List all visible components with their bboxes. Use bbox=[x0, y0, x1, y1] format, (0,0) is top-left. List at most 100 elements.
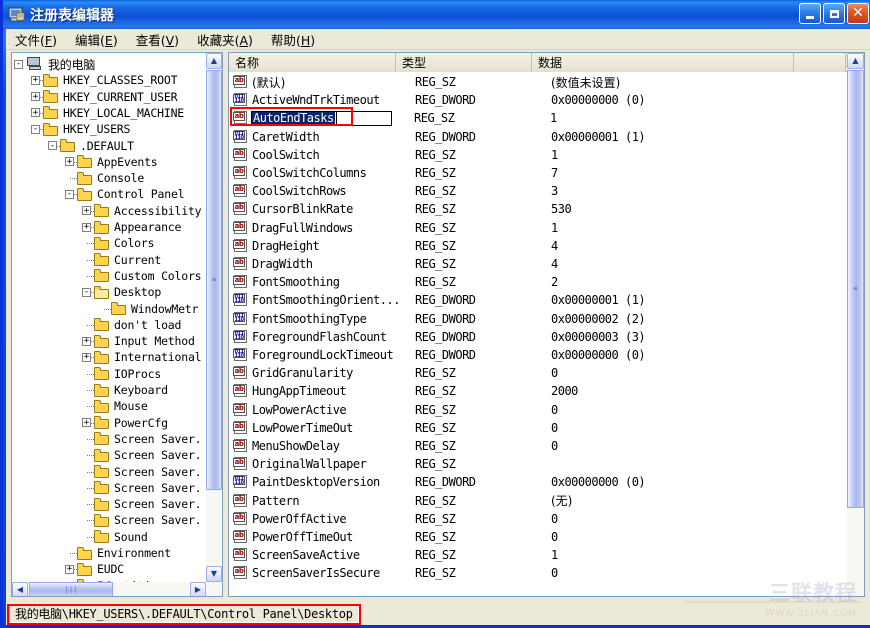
tree-item-keyboard[interactable]: Keyboard bbox=[96, 382, 168, 398]
registry-values-pane[interactable]: 名称类型数据 ab(默认)REG_SZ(数值未设置)011110ActiveWn… bbox=[228, 52, 865, 597]
tree-item-screen-saver[interactable]: Screen Saver. bbox=[96, 496, 201, 512]
registry-value-row[interactable]: ab(默认)REG_SZ(数值未设置) bbox=[229, 73, 847, 91]
registry-value-row[interactable]: abAutoEndTasksREG_SZ1 bbox=[229, 109, 847, 127]
tree-item-eudc[interactable]: +EUDC bbox=[79, 561, 124, 577]
registry-value-row[interactable]: 011110PaintDesktopVersionREG_DWORD0x0000… bbox=[229, 473, 847, 491]
menu-item-2[interactable]: 编辑(E) bbox=[66, 28, 127, 51]
tree-item-hkey-current-user[interactable]: +HKEY_CURRENT_USER bbox=[45, 89, 177, 105]
registry-value-row[interactable]: 011110FontSmoothingOrient...REG_DWORD0x0… bbox=[229, 291, 847, 309]
registry-value-row[interactable]: abOriginalWallpaperREG_SZ bbox=[229, 455, 847, 473]
registry-value-row[interactable]: abScreenSaveActiveREG_SZ1 bbox=[229, 546, 847, 564]
column-header-4[interactable] bbox=[794, 53, 846, 72]
tree-item-screen-saver[interactable]: Screen Saver. bbox=[96, 480, 201, 496]
registry-values-list[interactable]: ab(默认)REG_SZ(数值未设置)011110ActiveWndTrkTim… bbox=[229, 73, 847, 583]
menu-item-1[interactable]: 文件(F) bbox=[6, 28, 66, 51]
registry-value-row[interactable]: 011110CaretWidthREG_DWORD0x00000001 (1) bbox=[229, 128, 847, 146]
tree-item-powercfg[interactable]: +PowerCfg bbox=[96, 415, 168, 431]
registry-value-row[interactable]: abHungAppTimeoutREG_SZ2000 bbox=[229, 382, 847, 400]
registry-tree-pane[interactable]: -我的电脑+HKEY_CLASSES_ROOT+HKEY_CURRENT_USE… bbox=[11, 52, 223, 597]
tree-item-hkey-local-machine[interactable]: +HKEY_LOCAL_MACHINE bbox=[45, 105, 184, 121]
list-scroll-up-button[interactable]: ▲ bbox=[847, 53, 864, 69]
tree-item-screen-saver[interactable]: Screen Saver. bbox=[96, 431, 201, 447]
tree-hscroll-thumb[interactable]: ||| bbox=[29, 582, 113, 597]
tree-item-console[interactable]: Console bbox=[79, 170, 144, 186]
menu-item-5[interactable]: 帮助(H) bbox=[262, 28, 324, 51]
tree-scroll-up-button[interactable]: ▲ bbox=[206, 53, 222, 69]
expand-toggle-icon[interactable]: + bbox=[82, 223, 91, 232]
tree-horizontal-scrollbar[interactable]: ◀ ||| ▶ bbox=[12, 582, 222, 597]
expand-toggle-icon[interactable]: + bbox=[65, 565, 74, 574]
tree-item-windowmetr[interactable]: WindowMetr bbox=[113, 301, 198, 317]
tree-item-sound[interactable]: Sound bbox=[96, 529, 148, 545]
close-button[interactable]: ✕ bbox=[847, 3, 869, 24]
registry-value-row[interactable]: abLowPowerActiveREG_SZ0 bbox=[229, 401, 847, 419]
tree-item-desktop[interactable]: -Desktop bbox=[96, 284, 161, 300]
registry-value-row[interactable]: 011110ActiveWndTrkTimeoutREG_DWORD0x0000… bbox=[229, 91, 847, 109]
tree-item-default[interactable]: -.DEFAULT bbox=[62, 138, 134, 154]
registry-value-row[interactable]: abPowerOffActiveREG_SZ0 bbox=[229, 510, 847, 528]
rename-value-input[interactable]: AutoEndTasks bbox=[251, 111, 392, 126]
registry-value-row[interactable]: abCoolSwitchREG_SZ1 bbox=[229, 146, 847, 164]
registry-value-row[interactable]: abCursorBlinkRateREG_SZ530 bbox=[229, 200, 847, 218]
tree-scroll-thumb[interactable]: ≡ bbox=[206, 70, 222, 490]
registry-value-row[interactable]: abScreenSaverIsSecureREG_SZ0 bbox=[229, 564, 847, 582]
expand-toggle-icon[interactable]: + bbox=[82, 206, 91, 215]
tree-item-mouse[interactable]: Mouse bbox=[96, 398, 148, 414]
registry-value-row[interactable]: abDragWidthREG_SZ4 bbox=[229, 255, 847, 273]
collapse-toggle-icon[interactable]: - bbox=[14, 60, 23, 69]
column-header-1[interactable]: 名称 bbox=[229, 53, 396, 72]
tree-item-international[interactable]: +International bbox=[96, 349, 201, 365]
tree-item-colors[interactable]: Colors bbox=[96, 235, 154, 251]
collapse-toggle-icon[interactable]: - bbox=[48, 141, 57, 150]
registry-value-row[interactable]: abDragFullWindowsREG_SZ1 bbox=[229, 219, 847, 237]
tree-vertical-scrollbar[interactable]: ▲ ≡ ▼ bbox=[206, 53, 222, 582]
registry-value-row[interactable]: abPowerOffTimeOutREG_SZ0 bbox=[229, 528, 847, 546]
registry-value-row[interactable]: abFontSmoothingREG_SZ2 bbox=[229, 273, 847, 291]
tree-item-don-t-load[interactable]: don't load bbox=[96, 317, 181, 333]
expand-toggle-icon[interactable]: + bbox=[31, 76, 40, 85]
expand-toggle-icon[interactable]: + bbox=[65, 157, 74, 166]
tree-item-screen-saver[interactable]: Screen Saver. bbox=[96, 447, 201, 463]
tree-item-input-method[interactable]: +Input Method bbox=[96, 333, 195, 349]
tree-item-custom-colors[interactable]: Custom Colors bbox=[96, 268, 201, 284]
tree-scroll-right-button[interactable]: ▶ bbox=[190, 582, 206, 597]
column-header-2[interactable]: 类型 bbox=[396, 53, 532, 72]
menu-item-4[interactable]: 收藏夹(A) bbox=[188, 28, 262, 51]
registry-value-row[interactable]: abLowPowerTimeOutREG_SZ0 bbox=[229, 419, 847, 437]
title-bar[interactable]: 注册表编辑器 ✕ bbox=[3, 0, 870, 29]
list-vertical-scrollbar[interactable]: ▲ ≡ bbox=[847, 53, 864, 596]
expand-toggle-icon[interactable]: + bbox=[31, 92, 40, 101]
tree-item-[interactable]: -我的电脑 bbox=[28, 56, 95, 72]
registry-value-row[interactable]: abCoolSwitchColumnsREG_SZ7 bbox=[229, 164, 847, 182]
minimize-button[interactable] bbox=[799, 3, 821, 24]
tree-item-current[interactable]: Current bbox=[96, 252, 161, 268]
tree-item-appearance[interactable]: +Appearance bbox=[96, 219, 181, 235]
registry-value-row[interactable]: abCoolSwitchRowsREG_SZ3 bbox=[229, 182, 847, 200]
expand-toggle-icon[interactable]: + bbox=[82, 418, 91, 427]
tree-item-appevents[interactable]: +AppEvents bbox=[79, 154, 158, 170]
tree-scroll-down-button[interactable]: ▼ bbox=[206, 566, 222, 582]
column-header-3[interactable]: 数据 bbox=[532, 53, 794, 72]
tree-item-environment[interactable]: Environment bbox=[79, 545, 171, 561]
menu-item-3[interactable]: 查看(V) bbox=[127, 28, 188, 51]
collapse-toggle-icon[interactable]: - bbox=[65, 190, 74, 199]
registry-value-row[interactable]: abDragHeightREG_SZ4 bbox=[229, 237, 847, 255]
collapse-toggle-icon[interactable]: - bbox=[82, 288, 91, 297]
tree-item-hkey-users[interactable]: -HKEY_USERS bbox=[45, 121, 130, 137]
registry-value-row[interactable]: 011110ForegroundLockTimeoutREG_DWORD0x00… bbox=[229, 346, 847, 364]
tree-item-screen-saver[interactable]: Screen Saver. bbox=[96, 512, 201, 528]
tree-item-screen-saver[interactable]: Screen Saver. bbox=[96, 464, 201, 480]
registry-value-row[interactable]: abGridGranularityREG_SZ0 bbox=[229, 364, 847, 382]
tree-scroll-left-button[interactable]: ◀ bbox=[12, 582, 28, 597]
tree-item-hkey-classes-root[interactable]: +HKEY_CLASSES_ROOT bbox=[45, 72, 177, 88]
tree-item-control-panel[interactable]: -Control Panel bbox=[79, 186, 184, 202]
registry-value-row[interactable]: 011110ForegroundFlashCountREG_DWORD0x000… bbox=[229, 328, 847, 346]
tree-item-ioprocs[interactable]: IOProcs bbox=[96, 366, 161, 382]
registry-value-row[interactable]: abPatternREG_SZ(无) bbox=[229, 492, 847, 510]
tree-item-accessibility[interactable]: +Accessibility bbox=[96, 203, 201, 219]
expand-toggle-icon[interactable]: + bbox=[82, 353, 91, 362]
list-scroll-thumb[interactable]: ≡ bbox=[847, 70, 864, 508]
registry-value-row[interactable]: 011110FontSmoothingTypeREG_DWORD0x000000… bbox=[229, 310, 847, 328]
collapse-toggle-icon[interactable]: - bbox=[31, 125, 40, 134]
expand-toggle-icon[interactable]: + bbox=[31, 108, 40, 117]
